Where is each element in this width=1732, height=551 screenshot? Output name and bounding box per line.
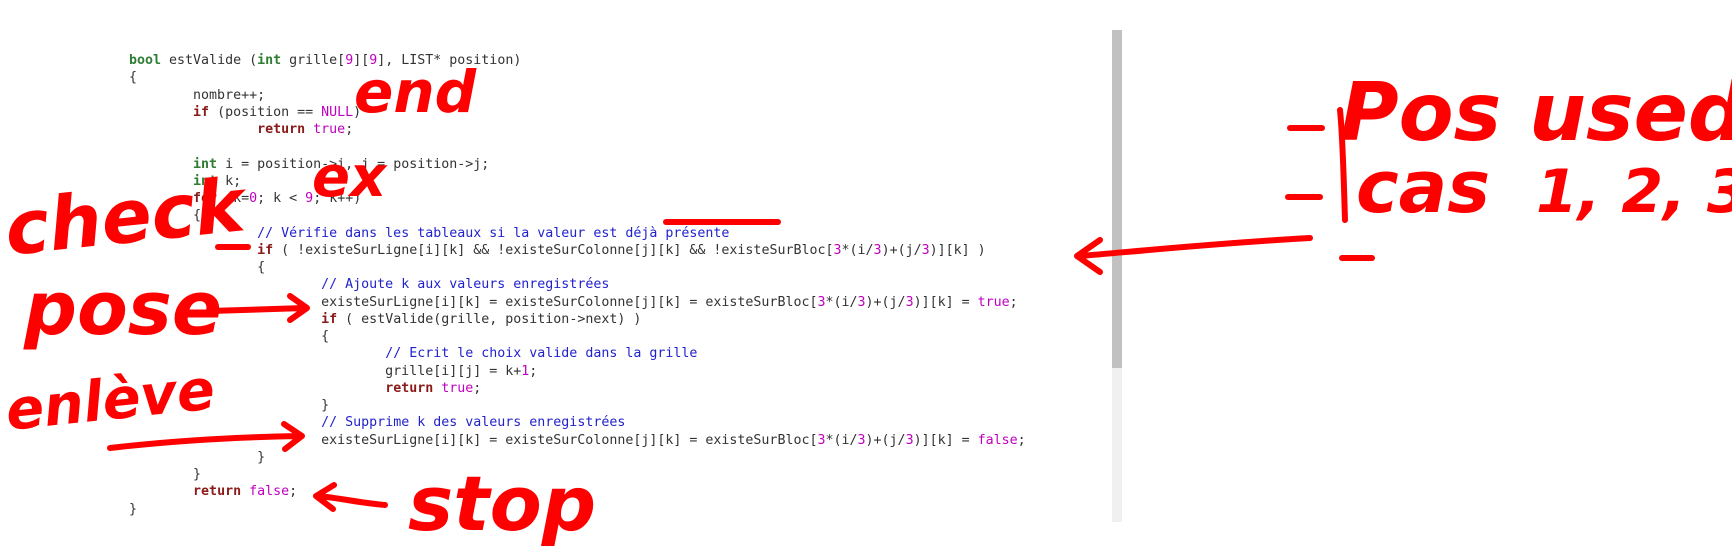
annotation-stop: stop xyxy=(408,459,596,548)
pose-arrow-icon xyxy=(207,293,310,323)
annotation-end: end xyxy=(354,58,477,126)
annotation-ex: ex xyxy=(312,145,388,210)
annotation-check: check xyxy=(1,162,252,273)
annotation-cas-numbers: 1, 2, 3 xyxy=(1536,157,1732,227)
condition-arrow-icon xyxy=(1074,235,1313,275)
handwritten-annotations: end ex check pose enlève stop Pos used c… xyxy=(1,58,1732,548)
annotation-enleve: enlève xyxy=(3,357,218,444)
stop-arrow-icon xyxy=(313,482,388,512)
annotation-cas: cas xyxy=(1356,145,1490,229)
annotation-pose: pose xyxy=(23,266,222,352)
